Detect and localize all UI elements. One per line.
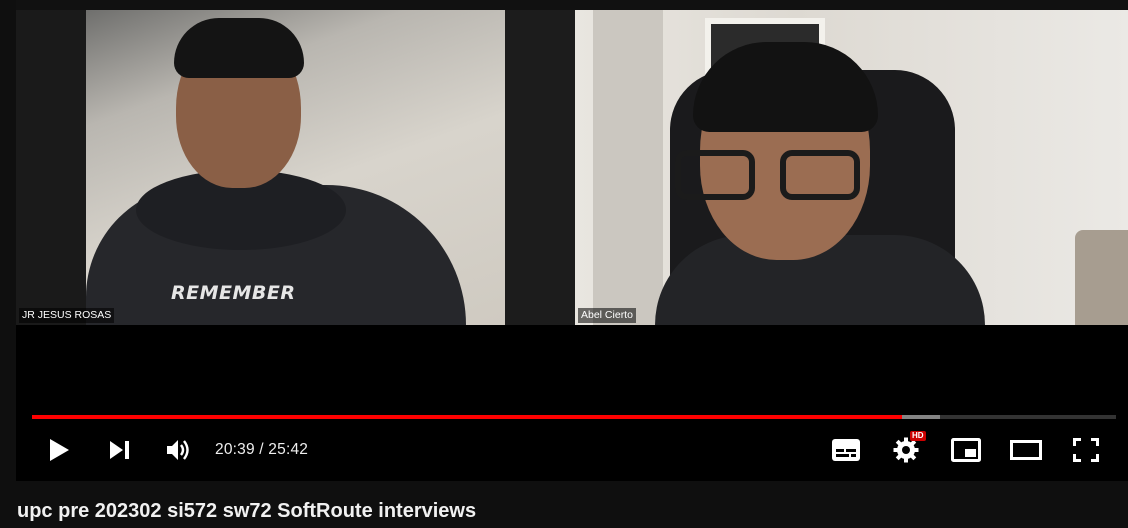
participant-tile-left: REMEMBER JR JESUS ROSAS [16,10,505,325]
video-top-bar [16,0,1128,10]
subtitles-button[interactable] [828,425,864,475]
next-button[interactable] [103,425,137,475]
time-display: 20:39 / 25:42 [215,441,309,458]
glasses [675,150,875,205]
fullscreen-button[interactable] [1068,425,1104,475]
subtitles-icon [832,439,860,461]
video-frame[interactable]: REMEMBER JR JESUS ROSAS Abel Cierto [16,0,1128,325]
theater-mode-button[interactable] [1008,425,1044,475]
video-player[interactable]: REMEMBER JR JESUS ROSAS Abel Cierto 20:3… [16,0,1128,481]
next-icon [110,441,129,459]
play-icon [50,439,69,461]
hd-badge: HD [910,431,926,441]
fullscreen-icon [1073,438,1099,462]
miniplayer-icon [951,438,981,462]
volume-icon [167,440,189,460]
player-controls: 20:39 / 25:42 HD [16,425,1128,475]
miniplayer-button[interactable] [948,425,984,475]
theater-icon [1010,440,1042,460]
play-button[interactable] [42,425,76,475]
shirt-print-text: REMEMBER [171,282,296,304]
participant-name-tag: Abel Cierto [578,308,636,323]
mute-button[interactable] [162,425,196,475]
progress-bar[interactable] [32,414,1116,420]
participant-name-tag: JR JESUS ROSAS [19,308,115,323]
progress-played [32,415,903,419]
settings-button[interactable]: HD [888,425,926,475]
participant-tile-right: Abel Cierto [575,10,1128,325]
video-title[interactable]: upc pre 202302 si572 sw72 SoftRoute inte… [17,500,476,523]
